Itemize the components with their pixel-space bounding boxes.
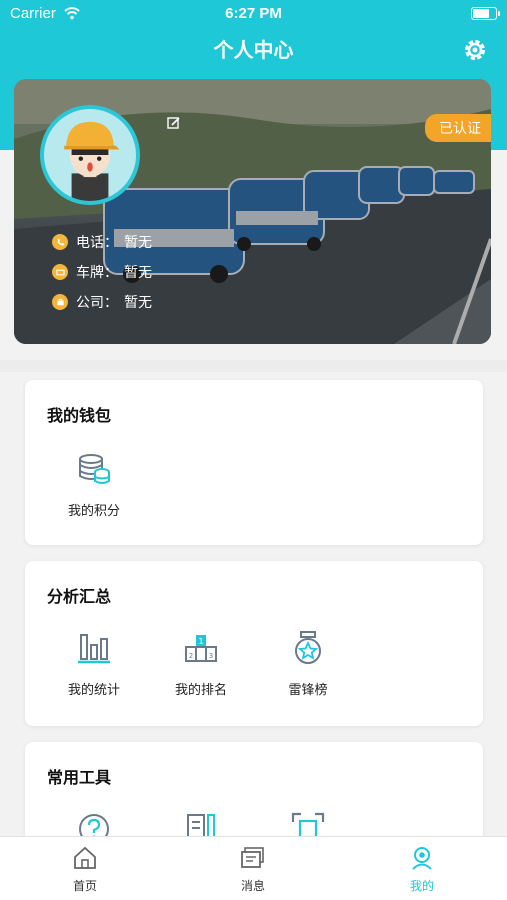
company-row: 公司： 暂无 <box>52 291 152 313</box>
driver-avatar-icon <box>64 121 120 201</box>
tab-profile[interactable]: 我的 <box>382 845 462 894</box>
company-icon <box>52 294 68 310</box>
phone-value: 暂无 <box>124 235 152 251</box>
tab-bar: 首页 消息 我的 <box>0 836 507 900</box>
company-value: 暂无 <box>124 295 152 311</box>
status-time: 6:27 PM <box>225 5 282 22</box>
bar-chart-icon <box>78 634 110 664</box>
section-title: 常用工具 <box>47 768 112 787</box>
divider <box>0 360 507 372</box>
my-statistics-button[interactable]: 我的统计 <box>39 631 149 698</box>
svg-text:2: 2 <box>189 652 193 660</box>
wallet-section: 我的钱包 我的积分 <box>25 380 483 545</box>
database-coins-icon <box>79 454 110 484</box>
tab-messages[interactable]: 消息 <box>213 845 293 894</box>
plate-value: 暂无 <box>124 265 152 281</box>
medal-icon <box>295 631 321 664</box>
profile-icon <box>412 847 432 870</box>
analysis-section: 分析汇总 我的统计 1 2 3 我的排名 雷锋榜 <box>25 561 483 726</box>
avatar[interactable] <box>40 105 140 205</box>
section-title: 分析汇总 <box>47 587 112 606</box>
plate-row: 车牌： 暂无 <box>52 261 152 283</box>
svg-text:3: 3 <box>209 652 213 660</box>
my-ranking-button[interactable]: 1 2 3 我的排名 <box>146 631 256 698</box>
podium-icon: 1 2 3 <box>185 635 217 662</box>
home-icon <box>74 846 96 869</box>
section-title: 我的钱包 <box>47 406 112 425</box>
battery-icon <box>471 7 500 20</box>
profile-card: 已认证 电话： 暂无 车牌： 暂无 公司： 暂无 <box>14 79 491 344</box>
svg-text:1: 1 <box>198 637 203 646</box>
tab-home[interactable]: 首页 <box>45 845 125 894</box>
status-bar: Carrier 6:27 PM <box>0 0 507 28</box>
phone-row: 电话： 暂无 <box>52 231 152 253</box>
message-icon <box>241 847 264 868</box>
my-points-button[interactable]: 我的积分 <box>39 452 149 519</box>
license-plate-icon <box>52 264 68 280</box>
phone-icon <box>52 234 68 250</box>
gear-icon[interactable] <box>463 38 487 62</box>
leifeng-board-button[interactable]: 雷锋榜 <box>253 631 363 698</box>
verified-badge: 已认证 <box>425 114 491 142</box>
page-title: 个人中心 <box>213 38 294 62</box>
edit-icon[interactable] <box>167 116 181 130</box>
